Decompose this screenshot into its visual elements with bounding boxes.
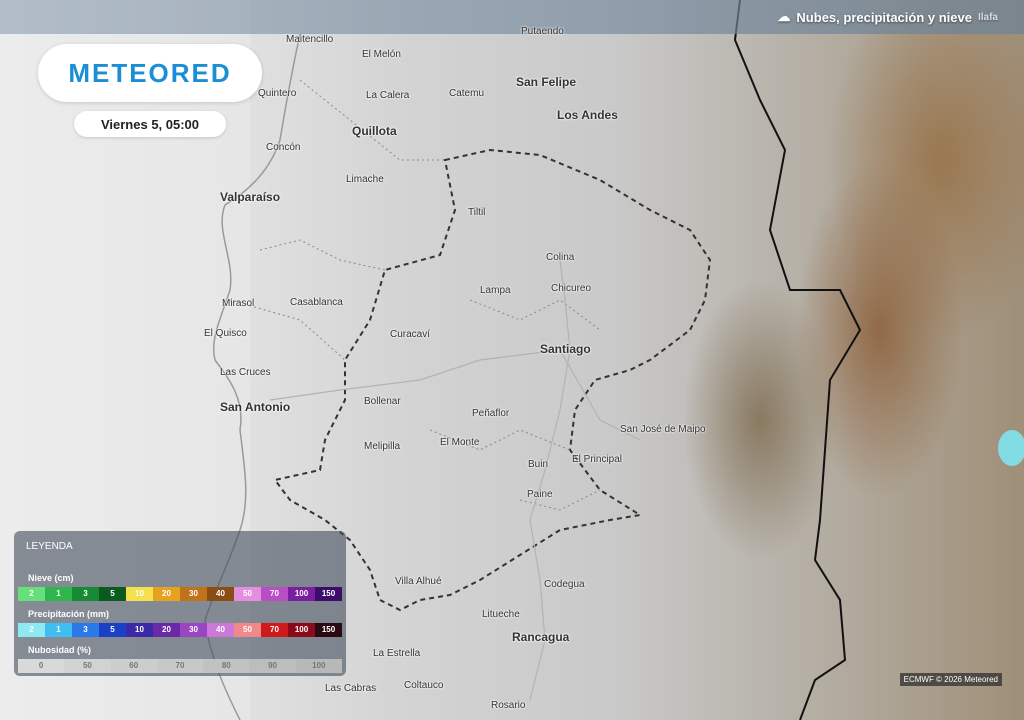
city-label: Putaendo [521,26,564,37]
city-label: Litueche [482,609,520,620]
precip-scale-stop: 3 [72,623,99,637]
city-label: Concón [266,142,301,153]
logo[interactable]: METEORED [38,44,262,102]
precip-scale-stop: 100 [288,623,315,637]
city-label: Peñaflor [472,408,510,419]
top-bar: ☁ Nubes, precipitación y nieve Ilafa [0,0,1024,34]
layer-title: Nubes, precipitación y nieve [796,9,972,25]
city-label: San Antonio [220,400,291,414]
city-label: Chicureo [551,283,592,294]
legend-title: LEYENDA [26,541,73,552]
city-label: Las Cabras [325,683,377,694]
snow-scale-stop: 5 [99,587,126,601]
city-label: El Principal [572,454,623,465]
city-label: Rosario [491,700,526,711]
clouds-scale-stop: 0 [18,659,65,673]
city-label: San José de Maipo [620,424,706,435]
snow-scale: 2 1 3 5 10 20 30 40 50 70 100 150 [18,587,342,601]
city-label: Santiago [540,342,591,356]
city-label: La Calera [366,90,410,101]
clouds-scale-stop: 90 [249,659,296,673]
cloud-scale: 0 50 60 70 80 90 100 [18,659,342,673]
city-label: Paine [527,489,553,500]
city-label: Catemu [449,88,485,99]
cloud-legend-label: Nubosidad (%) [28,645,91,655]
city-label: Los Andes [557,108,618,122]
city-label: Limache [346,174,384,185]
precip-scale-stop: 40 [207,623,234,637]
city-label: El Quisco [204,328,247,339]
precip-scale-stop: 70 [261,623,288,637]
precip-scale-stop: 1 [45,623,72,637]
city-label: Buin [528,459,549,470]
precip-scale-stop: 20 [153,623,180,637]
precip-blob [998,430,1024,466]
city-label: Casablanca [290,297,343,308]
international-border [733,0,862,720]
city-label: Curacaví [390,329,431,340]
legend-panel[interactable]: LEYENDA Nieve (cm) 2 1 3 5 10 20 30 40 50 70 100 15… [14,531,346,676]
layer-selector[interactable]: ☁ Nubes, precipitación y nieve Ilafa [777,9,998,25]
cloud-icon: ☁ [777,9,791,24]
snow-scale-stop: 150 [315,587,342,601]
city-label: Quintero [258,88,297,99]
layer-title-fragment: Ilafa [977,11,998,23]
precip-legend-label: Precipitación (mm) [28,609,110,619]
precip-scale-stop: 30 [180,623,207,637]
city-label: Tiltil [468,207,486,218]
precip-scale-stop: 10 [126,623,153,637]
precip-scale-stop: 150 [315,623,342,637]
city-label: El Melón [362,49,401,60]
datetime-pill[interactable]: Viernes 5, 05:00 [74,111,226,137]
city-label: Villa Alhué [395,576,442,587]
snow-scale-stop: 3 [72,587,99,601]
city-label: Coltauco [404,680,444,691]
city-label: Valparaíso [220,190,281,204]
brand-name: METEORED [68,57,232,88]
city-label: Mirasol [222,298,255,309]
snow-scale-stop: 1 [45,587,72,601]
datetime-label: Viernes 5, 05:00 [100,116,200,132]
clouds-scale-stop: 100 [295,659,342,673]
clouds-scale-stop: 60 [110,659,157,673]
city-label: Codegua [544,579,585,590]
precip-scale: 2 1 3 5 10 20 30 40 50 70 100 150 [18,623,342,637]
precip-scale-stop: 50 [234,623,261,637]
precip-scale-stop: 5 [99,623,126,637]
credit-label: ECMWF © 2026 Meteored [899,673,1002,686]
snow-scale-stop: 40 [207,587,234,601]
city-label: El Monte [440,437,480,448]
clouds-scale-stop: 50 [64,659,111,673]
city-label: San Felipe [516,75,577,89]
city-label: Lampa [480,285,511,296]
city-label: Melipilla [364,441,401,452]
snow-scale-stop: 10 [126,587,153,601]
city-label: Quillota [352,124,397,138]
precip-scale-stop: 2 [18,623,45,637]
snow-scale-stop: 20 [153,587,180,601]
city-label: Las Cruces [220,367,271,378]
city-label: Bollenar [364,396,401,407]
snow-scale-stop: 2 [18,587,45,601]
snow-scale-stop: 70 [261,587,288,601]
city-label: La Estrella [373,648,421,659]
snow-scale-stop: 30 [180,587,207,601]
snow-legend-label: Nieve (cm) [28,573,74,583]
snow-scale-stop: 50 [234,587,261,601]
city-label: Maitencillo [286,34,334,45]
city-label: Rancagua [512,630,570,644]
clouds-scale-stop: 70 [156,659,204,673]
clouds-scale-stop: 80 [203,659,250,673]
city-label: Colina [546,252,575,263]
snow-scale-stop: 100 [288,587,315,601]
